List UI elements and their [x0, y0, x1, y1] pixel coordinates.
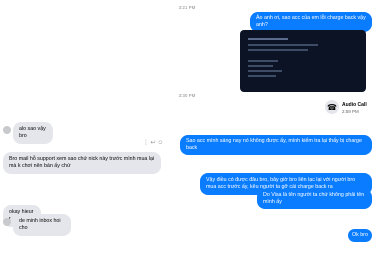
message-outgoing[interactable]: Do Visa là tên người ta chứ không phải t… [257, 189, 372, 209]
screenshot-image[interactable] [240, 30, 366, 92]
avatar[interactable] [3, 126, 11, 134]
timestamp-2: 3:30 PM [178, 93, 196, 98]
timestamp-1: 3:21 PM [178, 5, 196, 10]
message-incoming[interactable]: de minh inbox hoi cho [13, 214, 71, 236]
message-outgoing[interactable]: Ok bro [348, 229, 372, 242]
message-incoming[interactable]: Bro mail hỗ support xem sao chứ nick này… [3, 152, 161, 174]
message-tools[interactable]: ⋮ ↩ ☺ [143, 139, 164, 146]
avatar[interactable] [3, 218, 11, 226]
call-time: 2:59 PM [342, 109, 359, 114]
call-icon: ☎ [325, 100, 339, 114]
message-outgoing[interactable]: Ảo anh ơi, sao acc của em lỗi charge bac… [250, 12, 372, 32]
message-outgoing[interactable]: Sao acc mình sáng nay nó không được ấy, … [180, 135, 372, 155]
message-incoming[interactable]: alo sao vậy bro [13, 122, 53, 144]
call-title[interactable]: Audio Call [342, 102, 367, 108]
